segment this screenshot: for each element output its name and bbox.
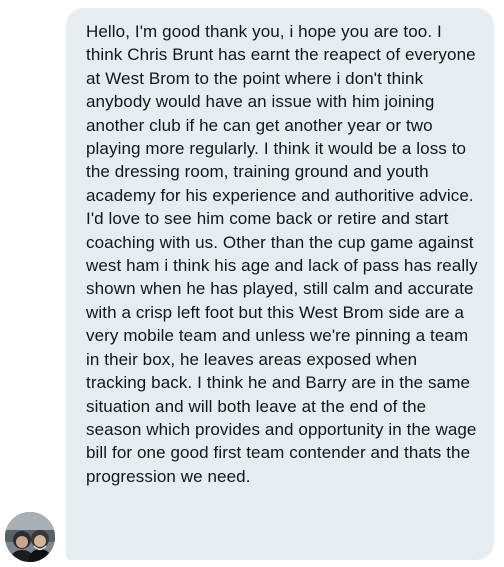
avatar-photo xyxy=(5,512,55,562)
message-row: Hello, I'm good thank you, i hope you ar… xyxy=(0,0,504,567)
message-text: Hello, I'm good thank you, i hope you ar… xyxy=(86,22,478,486)
message-bubble[interactable]: Hello, I'm good thank you, i hope you ar… xyxy=(66,8,494,560)
avatar[interactable] xyxy=(5,512,55,562)
